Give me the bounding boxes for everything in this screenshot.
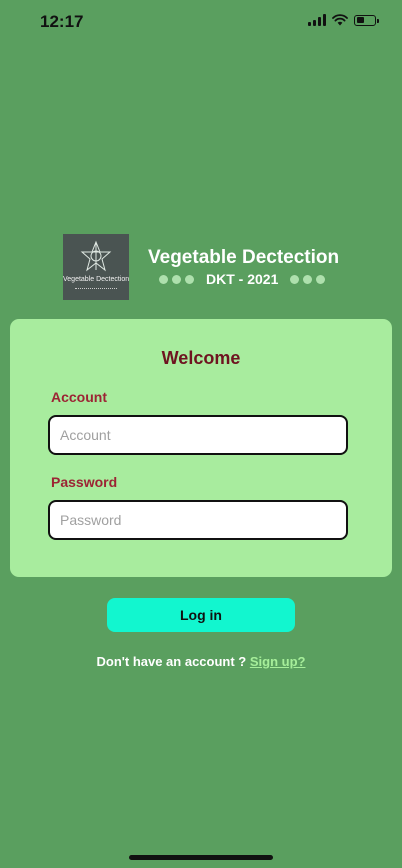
status-icons bbox=[308, 14, 379, 26]
decorative-dot bbox=[159, 274, 168, 284]
battery-icon bbox=[354, 14, 379, 26]
brand-header: Vegetable Dectection Vegetable Dectectio… bbox=[63, 234, 353, 302]
signup-row: Don't have an account ? Sign up? bbox=[0, 654, 402, 669]
password-label: Password bbox=[51, 474, 118, 490]
logo-text: Vegetable Dectection bbox=[63, 276, 130, 283]
signal-icon bbox=[308, 14, 326, 26]
home-indicator[interactable] bbox=[129, 855, 273, 860]
logo-divider bbox=[75, 288, 117, 291]
decorative-dot bbox=[290, 274, 300, 284]
decorative-dot bbox=[303, 274, 313, 284]
subtitle-row: DKT - 2021 bbox=[159, 271, 326, 287]
decorative-dot bbox=[172, 274, 181, 284]
login-button[interactable]: Log in bbox=[107, 598, 295, 632]
decorative-dot bbox=[316, 274, 326, 284]
wifi-icon bbox=[332, 14, 348, 26]
signup-prompt: Don't have an account ? bbox=[96, 654, 247, 669]
status-time: 12:17 bbox=[40, 12, 84, 31]
app-logo: Vegetable Dectection bbox=[63, 234, 129, 300]
logo-icon bbox=[80, 240, 112, 272]
decorative-dot bbox=[185, 274, 194, 284]
signup-link[interactable]: Sign up? bbox=[250, 654, 306, 669]
status-bar: 12:17 bbox=[0, 0, 402, 44]
app-subtitle: DKT - 2021 bbox=[206, 271, 279, 287]
app-title: Vegetable Dectection bbox=[148, 247, 340, 268]
login-card: Welcome Account Password bbox=[10, 319, 392, 577]
account-input[interactable] bbox=[48, 415, 348, 455]
password-input[interactable] bbox=[48, 500, 348, 540]
welcome-heading: Welcome bbox=[161, 348, 241, 368]
account-label: Account bbox=[51, 389, 107, 405]
